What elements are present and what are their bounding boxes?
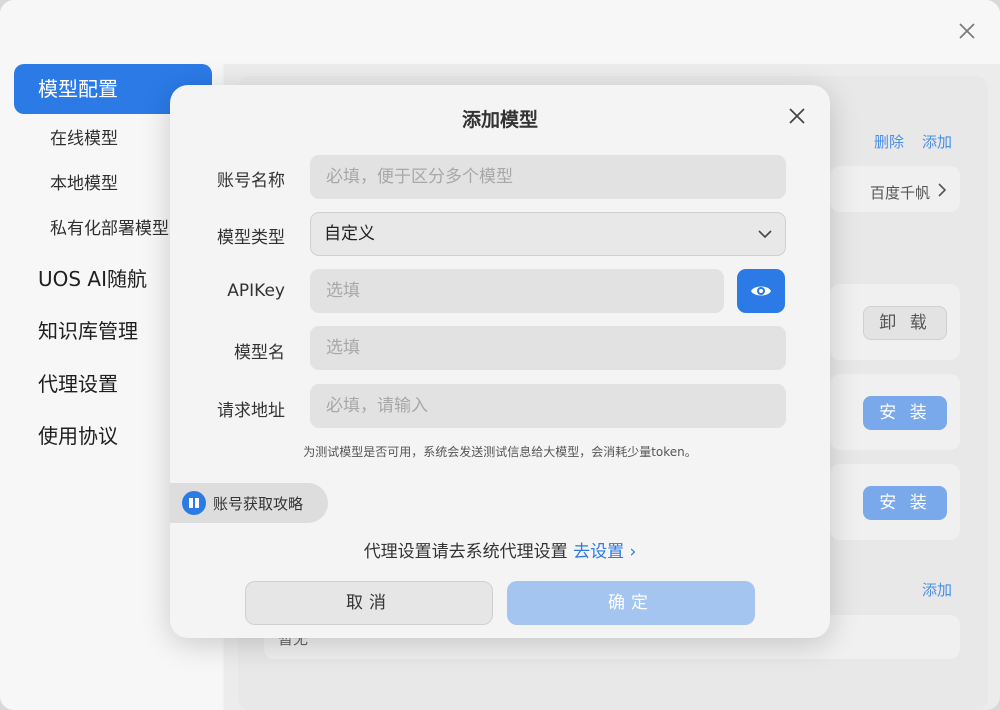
model-type-value: 自定义 [324, 224, 375, 244]
sidebar-item-private-model[interactable]: 私有化部署模型 [50, 216, 169, 242]
request-url-label: 请求地址 [217, 401, 285, 421]
go-settings-label: 去设置 [573, 542, 625, 562]
dialog-close-icon[interactable] [786, 105, 808, 127]
chevron-right-icon: › [629, 542, 637, 562]
window-close-icon[interactable] [956, 20, 978, 42]
api-key-input[interactable] [310, 269, 724, 313]
request-url-input[interactable] [310, 384, 786, 428]
account-guide-label: 账号获取攻略 [213, 495, 304, 513]
book-icon [182, 491, 206, 515]
add-model-dialog: 添加模型 账号名称 模型类型 自定义 APIKey 模型名 请求地址 为测试模型… [170, 85, 830, 638]
model-type-select[interactable]: 自定义 [310, 212, 786, 256]
dialog-title: 添加模型 [461, 109, 538, 131]
account-guide-chip[interactable]: 账号获取攻略 [170, 483, 328, 523]
uninstall-button[interactable]: 卸 载 [863, 306, 947, 340]
sidebar-item-online-model[interactable]: 在线模型 [50, 126, 118, 152]
proxy-hint-text: 代理设置请去系统代理设置 [363, 542, 568, 562]
add-link[interactable]: 添加 [922, 131, 952, 152]
model-name-input[interactable] [310, 326, 786, 370]
show-password-button[interactable] [737, 269, 785, 313]
install-button[interactable]: 安 装 [863, 396, 947, 430]
model-type-label: 模型类型 [217, 228, 285, 248]
settings-window: 模型配置 在线模型 本地模型 私有化部署模型 UOS AI随航 知识库管理 代理… [0, 0, 1000, 710]
install-button[interactable]: 安 装 [863, 486, 947, 520]
sidebar-item-local-model[interactable]: 本地模型 [50, 171, 118, 197]
confirm-button[interactable]: 确定 [507, 581, 755, 625]
model-name-label: 模型名 [234, 343, 285, 363]
title-bar [0, 0, 1000, 64]
eye-icon [751, 286, 771, 296]
delete-link[interactable]: 删除 [874, 131, 904, 152]
account-name-input[interactable] [310, 155, 786, 199]
add-link[interactable]: 添加 [922, 579, 952, 600]
chevron-right-icon [938, 183, 947, 197]
cancel-button[interactable]: 取消 [245, 581, 493, 625]
provider-value: 百度千帆 [869, 184, 930, 202]
api-key-label: APIKey [227, 281, 285, 301]
proxy-hint: 代理设置请去系统代理设置 去设置 › [170, 537, 830, 562]
go-settings-link[interactable]: 去设置 › [573, 542, 636, 562]
account-name-label: 账号名称 [217, 171, 285, 191]
test-note: 为测试模型是否可用，系统会发送测试信息给大模型，会消耗少量token。 [303, 445, 697, 459]
chevron-down-icon [758, 230, 772, 239]
